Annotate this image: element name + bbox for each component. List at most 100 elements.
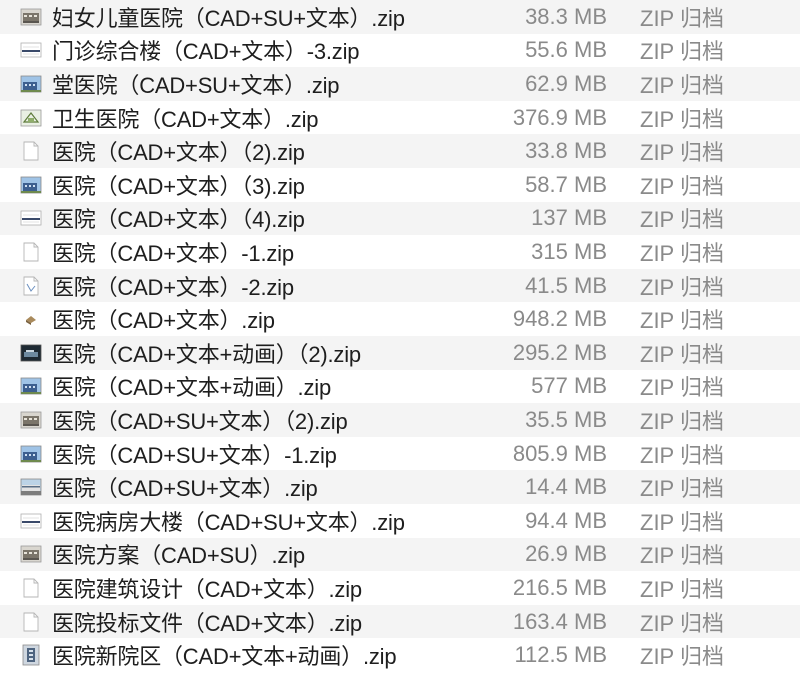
file-name: 医院投标文件（CAD+文本）.zip <box>52 610 362 636</box>
file-name: 医院（CAD+SU+文本）-1.zip <box>52 442 337 468</box>
file-row[interactable]: 门诊综合楼（CAD+文本）-3.zip 55.6 MB ZIP 归档 <box>0 33 800 68</box>
file-name: 医院（CAD+文本）-2.zip <box>52 274 294 300</box>
file-size: 26.9 MB <box>525 541 607 567</box>
file-list: 妇女儿童医院（CAD+SU+文本）.zip 38.3 MB ZIP 归档 门诊综合楼（… <box>0 0 800 682</box>
file-kind: ZIP 归档 <box>640 140 724 166</box>
file-row[interactable]: 医院（CAD+文本）（2).zip 33.8 MB ZIP 归档 <box>0 134 800 168</box>
file-kind: ZIP 归档 <box>640 509 724 535</box>
file-name: 医院（CAD+SU+文本）（2).zip <box>52 408 348 434</box>
file-row[interactable]: 医院（CAD+文本+动画）.zip 577 MB ZIP 归档 <box>0 369 800 404</box>
building-photo-icon <box>20 543 42 565</box>
file-name: 医院新院区（CAD+文本+动画）.zip <box>52 644 397 670</box>
file-row[interactable]: 医院新院区（CAD+文本+动画）.zip 112.5 MB ZIP 归档 <box>0 638 800 672</box>
file-name: 医院（CAD+文本+动画）.zip <box>52 375 331 401</box>
dark-render-icon <box>20 342 42 364</box>
document-icon <box>20 140 42 162</box>
file-name: 医院建筑设计（CAD+文本）.zip <box>52 576 362 602</box>
file-kind: ZIP 归档 <box>640 408 724 434</box>
file-kind: ZIP 归档 <box>640 39 724 65</box>
file-kind: ZIP 归档 <box>640 106 724 132</box>
file-kind: ZIP 归档 <box>640 442 724 468</box>
file-name: 门诊综合楼（CAD+文本）-3.zip <box>52 39 360 65</box>
file-name: 堂医院（CAD+SU+文本）.zip <box>52 72 340 98</box>
file-kind: ZIP 归档 <box>640 207 724 233</box>
file-size: 94.4 MB <box>525 507 607 533</box>
file-size: 112.5 MB <box>514 642 607 668</box>
file-name: 医院（CAD+文本）-1.zip <box>52 240 294 266</box>
file-name: 医院（CAD+文本+动画）（2).zip <box>52 341 361 367</box>
file-name: 医院（CAD+文本）（2).zip <box>52 140 305 166</box>
file-row[interactable]: 医院（CAD+文本+动画）（2).zip 295.2 MB ZIP 归档 <box>0 336 800 370</box>
file-name: 医院病房大楼（CAD+SU+文本）.zip <box>52 509 405 535</box>
file-name: 医院方案（CAD+SU）.zip <box>52 543 305 569</box>
file-row[interactable]: 医院（CAD+SU+文本）（2).zip 35.5 MB ZIP 归档 <box>0 403 800 437</box>
file-size: 163.4 MB <box>512 608 607 634</box>
building-photo-icon <box>20 6 42 28</box>
file-name: 医院（CAD+文本）（4).zip <box>52 207 305 233</box>
file-size: 62.9 MB <box>525 70 607 96</box>
file-row[interactable]: 卫生医院（CAD+文本）.zip 376.9 MB ZIP 归档 <box>0 100 800 135</box>
file-name: 卫生医院（CAD+文本）.zip <box>52 106 319 132</box>
file-row[interactable]: 医院投标文件（CAD+文本）.zip 163.4 MB ZIP 归档 <box>0 604 800 639</box>
document-icon <box>20 611 42 633</box>
file-row[interactable]: 医院（CAD+文本）-2.zip 41.5 MB ZIP 归档 <box>0 268 800 303</box>
file-name: 妇女儿童医院（CAD+SU+文本）.zip <box>52 5 405 31</box>
file-row[interactable]: 医院（CAD+SU+文本）.zip 14.4 MB ZIP 归档 <box>0 470 800 504</box>
file-kind: ZIP 归档 <box>640 173 724 199</box>
file-kind: ZIP 归档 <box>640 72 724 98</box>
file-row[interactable]: 医院（CAD+文本）（4).zip 137 MB ZIP 归档 <box>0 201 800 236</box>
file-size: 137 MB <box>531 205 607 231</box>
file-size: 805.9 MB <box>512 440 607 466</box>
file-size: 55.6 MB <box>525 37 607 63</box>
file-size: 315 MB <box>531 238 607 264</box>
drawing-thumbnail-icon <box>20 510 42 532</box>
file-size: 948.2 MB <box>512 306 607 332</box>
file-kind: ZIP 归档 <box>640 5 724 31</box>
file-kind: ZIP 归档 <box>640 240 724 266</box>
file-row[interactable]: 医院建筑设计（CAD+文本）.zip 216.5 MB ZIP 归档 <box>0 571 800 605</box>
file-row[interactable]: 医院（CAD+文本）-1.zip 315 MB ZIP 归档 <box>0 235 800 269</box>
file-size: 295.2 MB <box>512 339 607 365</box>
drawing-thumbnail-icon <box>20 207 42 229</box>
building-render-icon <box>20 174 42 196</box>
site-plan-icon <box>20 107 42 129</box>
file-kind: ZIP 归档 <box>640 476 724 502</box>
file-kind: ZIP 归档 <box>640 576 724 602</box>
file-row[interactable]: 医院（CAD+文本）.zip 948.2 MB ZIP 归档 <box>0 302 800 336</box>
file-size: 58.7 MB <box>525 171 607 197</box>
building-render-icon <box>20 375 42 397</box>
file-size: 38.3 MB <box>525 3 607 29</box>
file-kind: ZIP 归档 <box>640 543 724 569</box>
file-row[interactable]: 医院（CAD+SU+文本）-1.zip 805.9 MB ZIP 归档 <box>0 436 800 471</box>
file-row[interactable]: 医院（CAD+文本）（3).zip 58.7 MB ZIP 归档 <box>0 168 800 202</box>
model-thumbnail-icon <box>20 308 42 330</box>
file-row[interactable]: 医院病房大楼（CAD+SU+文本）.zip 94.4 MB ZIP 归档 <box>0 504 800 538</box>
file-kind: ZIP 归档 <box>640 375 724 401</box>
file-kind: ZIP 归档 <box>640 308 724 334</box>
file-size: 14.4 MB <box>525 474 607 500</box>
file-kind: ZIP 归档 <box>640 644 724 670</box>
building-render-icon <box>20 443 42 465</box>
file-size: 33.8 MB <box>525 138 607 164</box>
file-name: 医院（CAD+文本）（3).zip <box>52 173 305 199</box>
file-size: 216.5 MB <box>512 574 607 600</box>
file-size: 41.5 MB <box>525 272 607 298</box>
file-row[interactable]: 医院方案（CAD+SU）.zip 26.9 MB ZIP 归档 <box>0 537 800 572</box>
building-photo-icon <box>20 409 42 431</box>
file-row[interactable]: 妇女儿童医院（CAD+SU+文本）.zip 38.3 MB ZIP 归档 <box>0 0 800 34</box>
document-icon <box>20 577 42 599</box>
tower-render-icon <box>20 644 42 666</box>
file-name: 医院（CAD+文本）.zip <box>52 308 275 334</box>
file-kind: ZIP 归档 <box>640 610 724 636</box>
file-row[interactable]: 堂医院（CAD+SU+文本）.zip 62.9 MB ZIP 归档 <box>0 67 800 101</box>
file-kind: ZIP 归档 <box>640 341 724 367</box>
building-render-icon <box>20 73 42 95</box>
drawing-thumbnail-icon <box>20 39 42 61</box>
document-icon <box>20 241 42 263</box>
plan-document-icon <box>20 275 42 297</box>
file-size: 376.9 MB <box>512 104 607 130</box>
file-size: 35.5 MB <box>525 406 607 432</box>
file-name: 医院（CAD+SU+文本）.zip <box>52 476 318 502</box>
file-size: 577 MB <box>531 373 607 399</box>
file-kind: ZIP 归档 <box>640 274 724 300</box>
